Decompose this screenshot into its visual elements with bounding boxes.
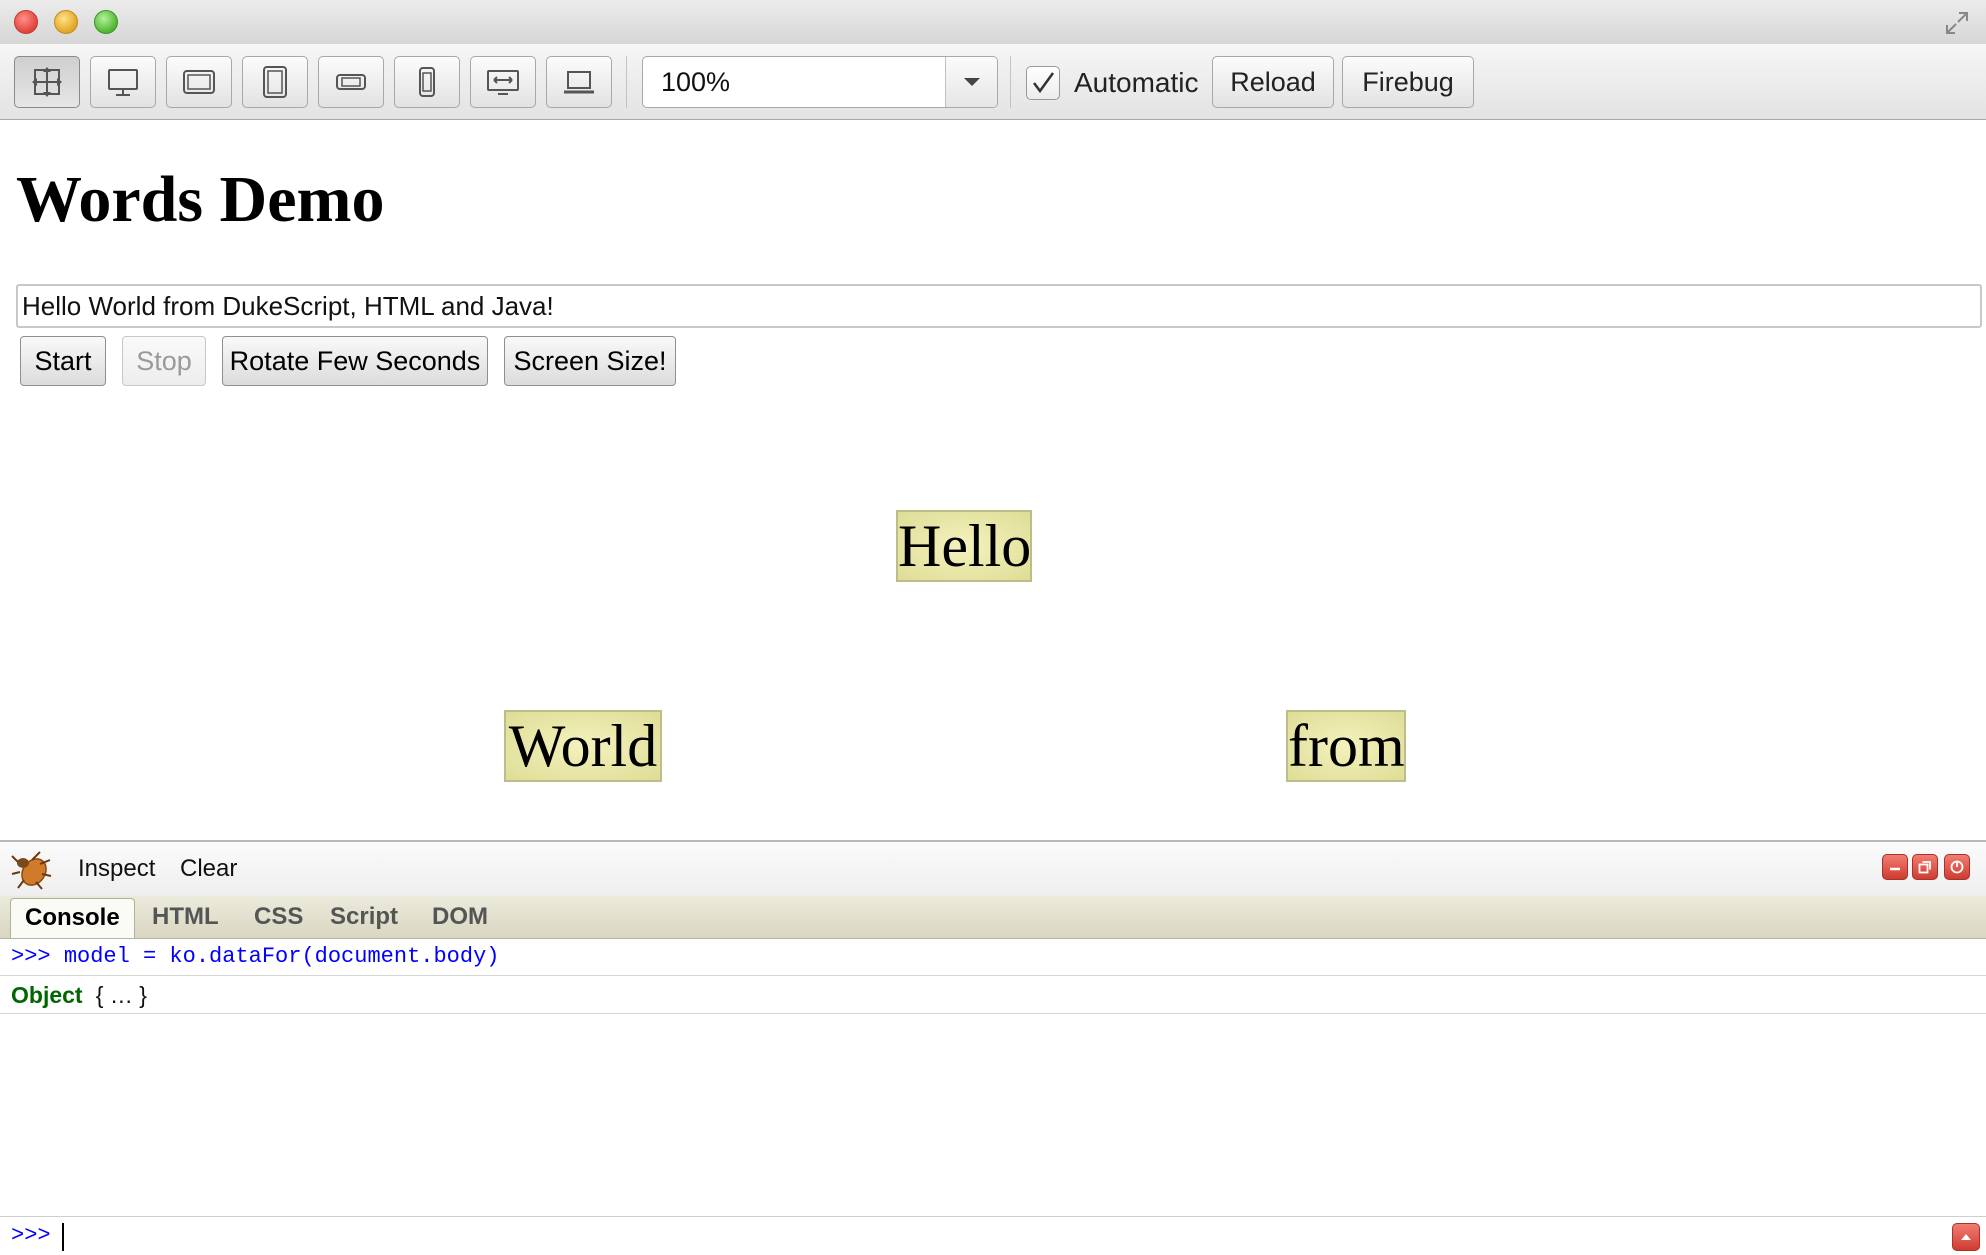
toolbar-separator — [626, 56, 627, 108]
firebug-toolbar: Inspect Clear — [0, 840, 1986, 898]
text-caret — [62, 1223, 64, 1251]
reload-button[interactable]: Reload — [1212, 56, 1334, 108]
chevron-down-icon — [963, 78, 980, 86]
phone-landscape-button[interactable] — [318, 56, 384, 108]
window-zoom-button[interactable] — [94, 10, 118, 34]
firebug-icon[interactable] — [10, 850, 52, 890]
move-resize-button[interactable] — [14, 56, 80, 108]
tablet-landscape-icon — [183, 70, 215, 94]
zoom-select[interactable]: 100% — [642, 56, 998, 108]
console-command: model = ko.dataFor(document.body) — [63, 944, 500, 969]
toolbar: 100% Automatic Reload Firebug — [0, 44, 1986, 120]
phone-portrait-button[interactable] — [394, 56, 460, 108]
tv-icon — [487, 70, 519, 95]
window-minimize-button[interactable] — [54, 10, 78, 34]
tv-button[interactable] — [470, 56, 536, 108]
desktop-button[interactable] — [90, 56, 156, 108]
console-object-link[interactable]: Object — [11, 982, 83, 1008]
console-prompt: >>> — [11, 944, 51, 969]
rotate-button[interactable]: Rotate Few Seconds — [222, 336, 488, 386]
desktop-icon — [108, 69, 138, 96]
words-input[interactable] — [16, 284, 1982, 328]
detach-icon — [1918, 861, 1931, 874]
checkmark-icon — [1033, 72, 1055, 94]
minimize-icon — [1890, 867, 1900, 871]
firebug-detach-button[interactable] — [1912, 854, 1938, 880]
zoom-value: 100% — [661, 67, 731, 97]
firebug-close-button[interactable] — [1944, 854, 1970, 880]
firebug-minimize-button[interactable] — [1882, 854, 1908, 880]
screen-size-button[interactable]: Screen Size! — [504, 336, 676, 386]
laptop-icon — [564, 71, 594, 94]
expand-command-editor-button[interactable] — [1952, 1223, 1980, 1251]
firebug-button[interactable]: Firebug — [1342, 56, 1474, 108]
word-tile: from — [1286, 710, 1406, 782]
console-command-line: >>> model = ko.dataFor(document.body) — [0, 938, 1986, 976]
stop-button[interactable]: Stop — [122, 336, 206, 386]
laptop-button[interactable] — [546, 56, 612, 108]
power-icon — [1950, 860, 1964, 874]
console-result-line: Object { … } — [0, 976, 1986, 1014]
clear-button[interactable]: Clear — [180, 852, 237, 886]
tab-html[interactable]: HTML — [138, 898, 233, 938]
chevron-up-icon — [1961, 1234, 1971, 1240]
firebug-tab-bar: Console HTML CSS Script DOM — [0, 896, 1986, 939]
tablet-portrait-icon — [263, 66, 287, 98]
console-object-value: { … } — [95, 982, 147, 1008]
fullscreen-icon[interactable] — [1944, 10, 1970, 36]
tab-css[interactable]: CSS — [240, 898, 317, 938]
console-input-prompt: >>> — [11, 1223, 51, 1248]
window-title-bar — [0, 0, 1986, 45]
toolbar-separator — [1010, 56, 1011, 108]
window-close-button[interactable] — [14, 10, 38, 34]
tablet-landscape-button[interactable] — [166, 56, 232, 108]
tab-script[interactable]: Script — [316, 898, 412, 938]
phone-landscape-icon — [336, 74, 366, 90]
page-title: Words Demo — [16, 163, 385, 236]
move-resize-icon — [32, 67, 62, 97]
automatic-checkbox[interactable] — [1026, 66, 1060, 100]
tablet-portrait-button[interactable] — [242, 56, 308, 108]
start-button[interactable]: Start — [20, 336, 106, 386]
phone-portrait-icon — [419, 67, 435, 97]
console-input-area[interactable]: >>> — [0, 1216, 1986, 1255]
tab-dom[interactable]: DOM — [418, 898, 502, 938]
zoom-dropdown-button[interactable] — [945, 57, 997, 107]
automatic-label: Automatic — [1074, 67, 1199, 98]
inspect-button[interactable]: Inspect — [78, 852, 155, 886]
tab-console[interactable]: Console — [10, 898, 135, 938]
word-tile: World — [504, 710, 662, 782]
word-tile: Hello — [896, 510, 1032, 582]
